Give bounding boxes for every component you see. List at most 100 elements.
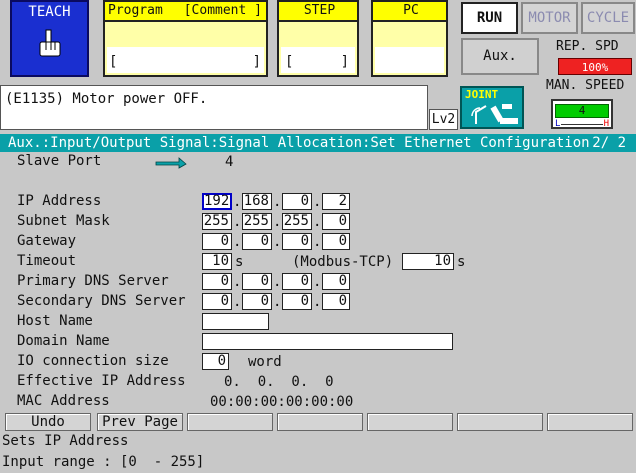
dot: . bbox=[233, 294, 242, 310]
joint-button[interactable]: JOINT bbox=[460, 86, 524, 129]
timeout-input[interactable]: 10 bbox=[202, 253, 232, 270]
man-speed-low: L bbox=[555, 119, 561, 129]
subnet-octet-4[interactable]: 0 bbox=[322, 213, 350, 230]
modbus-timeout-unit: s bbox=[457, 254, 466, 270]
effective-ip-label: Effective IP Address bbox=[17, 373, 186, 389]
subnet-mask-label: Subnet Mask bbox=[17, 213, 110, 229]
subnet-octet-1[interactable]: 255 bbox=[202, 213, 232, 230]
mac-address-value: 00:00:00:00:00:00 bbox=[210, 394, 354, 410]
robot-arm-icon bbox=[471, 104, 518, 124]
dns1-octet-4[interactable]: 0 bbox=[322, 273, 350, 290]
slave-port-value: 4 bbox=[225, 154, 234, 170]
function-key-3[interactable] bbox=[187, 413, 273, 431]
ip-octet-4[interactable]: 2 bbox=[322, 193, 350, 210]
level-indicator[interactable]: Lv2 bbox=[429, 109, 458, 130]
ip-address-label: IP Address bbox=[17, 193, 102, 209]
domain-name-input[interactable] bbox=[202, 333, 453, 350]
program-header: Program [Comment ] bbox=[105, 2, 266, 22]
dns2-octet-2[interactable]: 0 bbox=[242, 293, 272, 310]
program-value: [ ] bbox=[107, 47, 264, 73]
modbus-timeout-input[interactable]: 10 bbox=[402, 253, 454, 270]
motor-button[interactable]: MOTOR bbox=[521, 2, 578, 34]
comment-label: [Comment ] bbox=[183, 3, 262, 18]
joint-label: JOINT bbox=[465, 88, 499, 101]
dot: . bbox=[313, 194, 322, 210]
gateway-label: Gateway bbox=[17, 233, 77, 249]
mac-address-label: MAC Address bbox=[17, 393, 110, 409]
dot: . bbox=[313, 234, 322, 250]
gateway-octet-2[interactable]: 0 bbox=[242, 233, 272, 250]
screen-title: Aux.:Input/Output Signal:Signal Allocati… bbox=[8, 135, 590, 151]
pc-value bbox=[375, 47, 444, 73]
dot: . bbox=[233, 234, 242, 250]
rep-speed-value[interactable]: 100% bbox=[558, 58, 632, 75]
function-key-6[interactable] bbox=[457, 413, 543, 431]
bracket-open: [ bbox=[285, 54, 294, 70]
dns1-octet-1[interactable]: 0 bbox=[202, 273, 232, 290]
slave-port-label: Slave Port bbox=[17, 153, 102, 169]
bracket-close: ] bbox=[340, 54, 349, 70]
screen-title-bar: Aux.:Input/Output Signal:Signal Allocati… bbox=[0, 134, 636, 152]
pc-label: PC bbox=[373, 2, 446, 22]
undo-button[interactable]: Undo bbox=[5, 413, 91, 431]
man-speed-gauge[interactable]: 4 L H bbox=[551, 99, 613, 129]
gateway-octet-1[interactable]: 0 bbox=[202, 233, 232, 250]
timeout-label: Timeout bbox=[17, 253, 77, 269]
man-speed-high: H bbox=[603, 119, 609, 129]
message-area: (E1135) Motor power OFF. bbox=[0, 85, 428, 130]
pc-panel[interactable]: PC bbox=[371, 0, 448, 77]
bracket-open: [ bbox=[109, 54, 118, 70]
dot: . bbox=[233, 194, 242, 210]
dns1-octet-2[interactable]: 0 bbox=[242, 273, 272, 290]
subnet-octet-2[interactable]: 255 bbox=[242, 213, 272, 230]
man-speed-scale bbox=[561, 119, 603, 125]
page-indicator: 2/ 2 bbox=[592, 135, 626, 151]
secondary-dns-label: Secondary DNS Server bbox=[17, 293, 186, 309]
ip-octet-2[interactable]: 168 bbox=[242, 193, 272, 210]
bracket-close: ] bbox=[252, 54, 261, 70]
modbus-label: (Modbus-TCP) bbox=[292, 254, 394, 270]
dot: . bbox=[233, 274, 242, 290]
dot: . bbox=[273, 214, 282, 230]
teach-label: TEACH bbox=[28, 4, 71, 20]
teach-mode-indicator[interactable]: TEACH bbox=[10, 0, 89, 77]
dot: . bbox=[313, 214, 322, 230]
prev-page-button[interactable]: Prev Page bbox=[97, 413, 183, 431]
function-key-4[interactable] bbox=[277, 413, 363, 431]
ip-octet-3[interactable]: 0 bbox=[282, 193, 312, 210]
domain-name-label: Domain Name bbox=[17, 333, 110, 349]
aux-button[interactable]: Aux. bbox=[461, 38, 539, 75]
dot: . bbox=[313, 274, 322, 290]
hand-icon bbox=[39, 29, 60, 57]
timeout-unit: s bbox=[235, 254, 244, 270]
dot: . bbox=[273, 294, 282, 310]
function-key-7[interactable] bbox=[547, 413, 633, 431]
step-panel[interactable]: STEP [ ] bbox=[277, 0, 359, 77]
io-size-unit: word bbox=[248, 354, 282, 370]
gateway-octet-4[interactable]: 0 bbox=[322, 233, 350, 250]
step-value: [ ] bbox=[281, 47, 355, 73]
dns2-octet-1[interactable]: 0 bbox=[202, 293, 232, 310]
dns2-octet-4[interactable]: 0 bbox=[322, 293, 350, 310]
program-panel[interactable]: Program [Comment ] [ ] bbox=[103, 0, 268, 77]
gateway-octet-3[interactable]: 0 bbox=[282, 233, 312, 250]
dot: . bbox=[313, 294, 322, 310]
arrow-right-icon bbox=[155, 157, 187, 169]
man-speed-value: 4 bbox=[555, 104, 609, 118]
dot: . bbox=[273, 274, 282, 290]
man-speed-label: MAN. SPEED bbox=[546, 78, 625, 93]
input-range-text: Input range : [0 - 255] bbox=[2, 454, 205, 470]
run-button[interactable]: RUN bbox=[461, 2, 518, 34]
io-size-label: IO connection size bbox=[17, 353, 169, 369]
dns2-octet-3[interactable]: 0 bbox=[282, 293, 312, 310]
subnet-octet-3[interactable]: 255 bbox=[282, 213, 312, 230]
io-size-input[interactable]: 0 bbox=[202, 353, 229, 370]
step-label: STEP bbox=[279, 2, 357, 22]
dns1-octet-3[interactable]: 0 bbox=[282, 273, 312, 290]
host-name-input[interactable] bbox=[202, 313, 269, 330]
ip-octet-1[interactable]: 192 bbox=[202, 193, 232, 210]
cycle-button[interactable]: CYCLE bbox=[581, 2, 635, 34]
function-key-5[interactable] bbox=[367, 413, 453, 431]
rep-speed-label: REP. SPD bbox=[556, 39, 619, 54]
program-label: Program bbox=[108, 3, 163, 18]
